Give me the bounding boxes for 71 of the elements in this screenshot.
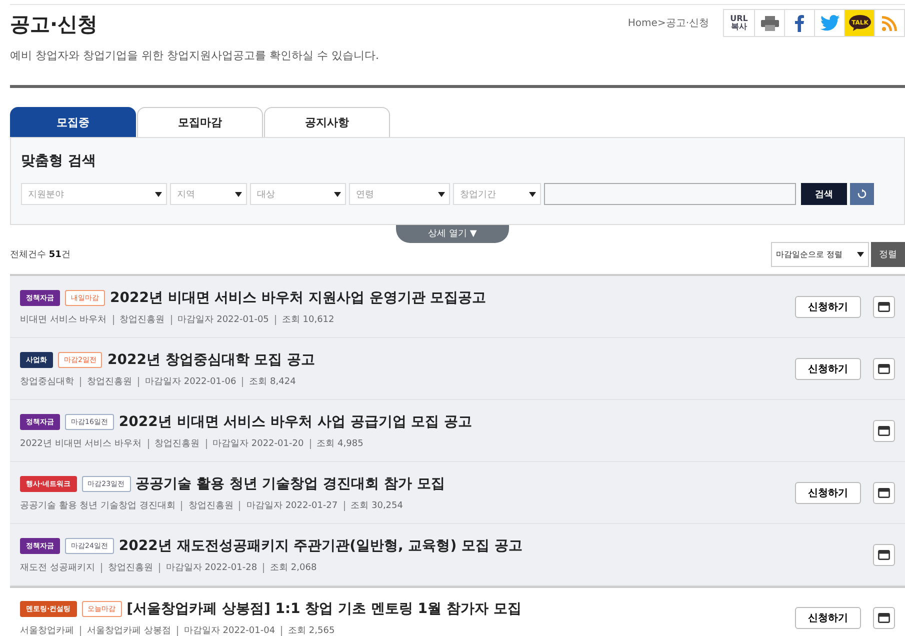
apply-button[interactable]: 신청하기 (795, 482, 861, 504)
reset-button[interactable] (850, 183, 874, 205)
calendar-button[interactable] (873, 420, 895, 442)
notice-title[interactable]: [서울창업카페 상봉점] 1:1 창업 기초 멘토링 1월 참가자 모집 (126, 600, 522, 618)
apply-button[interactable]: 신청하기 (795, 358, 861, 380)
notice-meta: 공공기술 활용 청년 기술창업 경진대회 (20, 500, 176, 510)
notice-title[interactable]: 2022년 비대면 서비스 바우처 사업 공급기업 모집 공고 (118, 412, 472, 430)
facebook-icon[interactable] (795, 14, 804, 32)
notice-meta: 마감일자 2022-01-04 (176, 626, 282, 636)
notice-title[interactable]: 2022년 재도전성공패키지 주관기관(일반형, 교육형) 모집 공고 (118, 536, 522, 554)
page-subtitle: 예비 창업자와 창업기업을 위한 창업지원사업공고를 확인하실 수 있습니다. (10, 48, 379, 63)
tab[interactable]: 모집중 (10, 107, 136, 137)
url-copy-button[interactable]: URL 복사 (730, 15, 748, 31)
notice-meta: 마감일자 2022-01-05 (170, 314, 275, 324)
notice-title[interactable]: 2022년 비대면 서비스 바우처 지원사업 운영기관 모집공고 (110, 288, 486, 306)
notice-meta: 조회 2,068 (263, 562, 323, 572)
notice-meta: 마감일자 2022-01-20 (206, 438, 310, 448)
notice-meta: 창업중심대학 (20, 376, 75, 386)
calendar-button[interactable] (873, 544, 895, 566)
caret-icon (334, 192, 341, 196)
caret-icon (235, 192, 242, 196)
bird-icon[interactable] (820, 15, 840, 31)
notice-meta: 비대면 서비스 바우처 (20, 314, 108, 324)
notice-meta: 마감일자 2022-01-06 (138, 376, 242, 386)
calendar-button[interactable] (873, 606, 895, 628)
caret-icon (529, 192, 536, 196)
notice-meta: 창업진흥원 (148, 438, 206, 448)
notice-title[interactable]: 공공기술 활용 청년 기술창업 경진대회 참가 모집 (136, 474, 445, 492)
calendar-icon (878, 550, 890, 560)
notice-meta: 조회 2,565 (281, 626, 341, 636)
page-title: 공고·신청 (10, 11, 99, 38)
notice-meta: 창업진흥원 (100, 562, 159, 572)
breadcrumb[interactable]: Home>공고·신청 (628, 16, 709, 30)
refresh-icon (857, 189, 867, 199)
calendar-icon (878, 364, 890, 374)
apply-button[interactable]: 신청하기 (795, 606, 861, 628)
notice-meta: 조회 8,424 (242, 376, 302, 386)
notice-meta: 창업진흥원 (112, 314, 171, 324)
search-button[interactable]: 검색 (801, 183, 847, 205)
notice-meta: 서울창업카페 (20, 626, 75, 636)
calendar-icon (878, 302, 890, 312)
caret-icon (155, 192, 162, 196)
notice-title[interactable]: 2022년 창업중심대학 모집 공고 (107, 350, 316, 368)
tab[interactable]: 공지사항 (264, 107, 390, 137)
notice-meta: 마감일자 2022-01-28 (158, 562, 264, 572)
calendar-button[interactable] (873, 358, 895, 380)
calendar-button[interactable] (873, 296, 895, 318)
total-count: 전체건수 51건 (10, 249, 70, 261)
calendar-button[interactable] (873, 482, 895, 504)
detail-toggle[interactable]: 상세 열기 ▼ (396, 225, 509, 243)
notice-meta: 창업진흥원 (80, 376, 138, 386)
notice-meta: 창업진흥원 (181, 500, 240, 510)
notice-meta: 재도전 성공패키지 (20, 562, 96, 572)
tab[interactable]: 모집마감 (137, 107, 263, 137)
sort-button[interactable]: 정렬 (871, 242, 905, 267)
caret-icon (438, 192, 445, 196)
search-field[interactable] (544, 183, 796, 205)
calendar-icon (878, 426, 890, 436)
notice-meta: 조회 10,612 (274, 314, 340, 324)
calendar-icon (878, 612, 890, 622)
notice-meta: 조회 30,254 (344, 500, 409, 510)
sort-dropdown[interactable]: 마감일순으로 정렬 (771, 242, 869, 267)
apply-button[interactable]: 신청하기 (795, 296, 861, 318)
calendar-icon (878, 488, 890, 498)
caret-icon (857, 252, 864, 257)
notice-meta: 2022년 비대면 서비스 바우처 (20, 438, 142, 448)
print-icon[interactable] (760, 16, 778, 30)
search-title: 맞춤형 검색 (21, 152, 97, 170)
notice-meta: 조회 4,985 (310, 438, 370, 448)
notice-meta: 서울창업카페 상봉점 (80, 626, 177, 636)
notice-meta: 마감일자 2022-01-27 (239, 500, 344, 510)
